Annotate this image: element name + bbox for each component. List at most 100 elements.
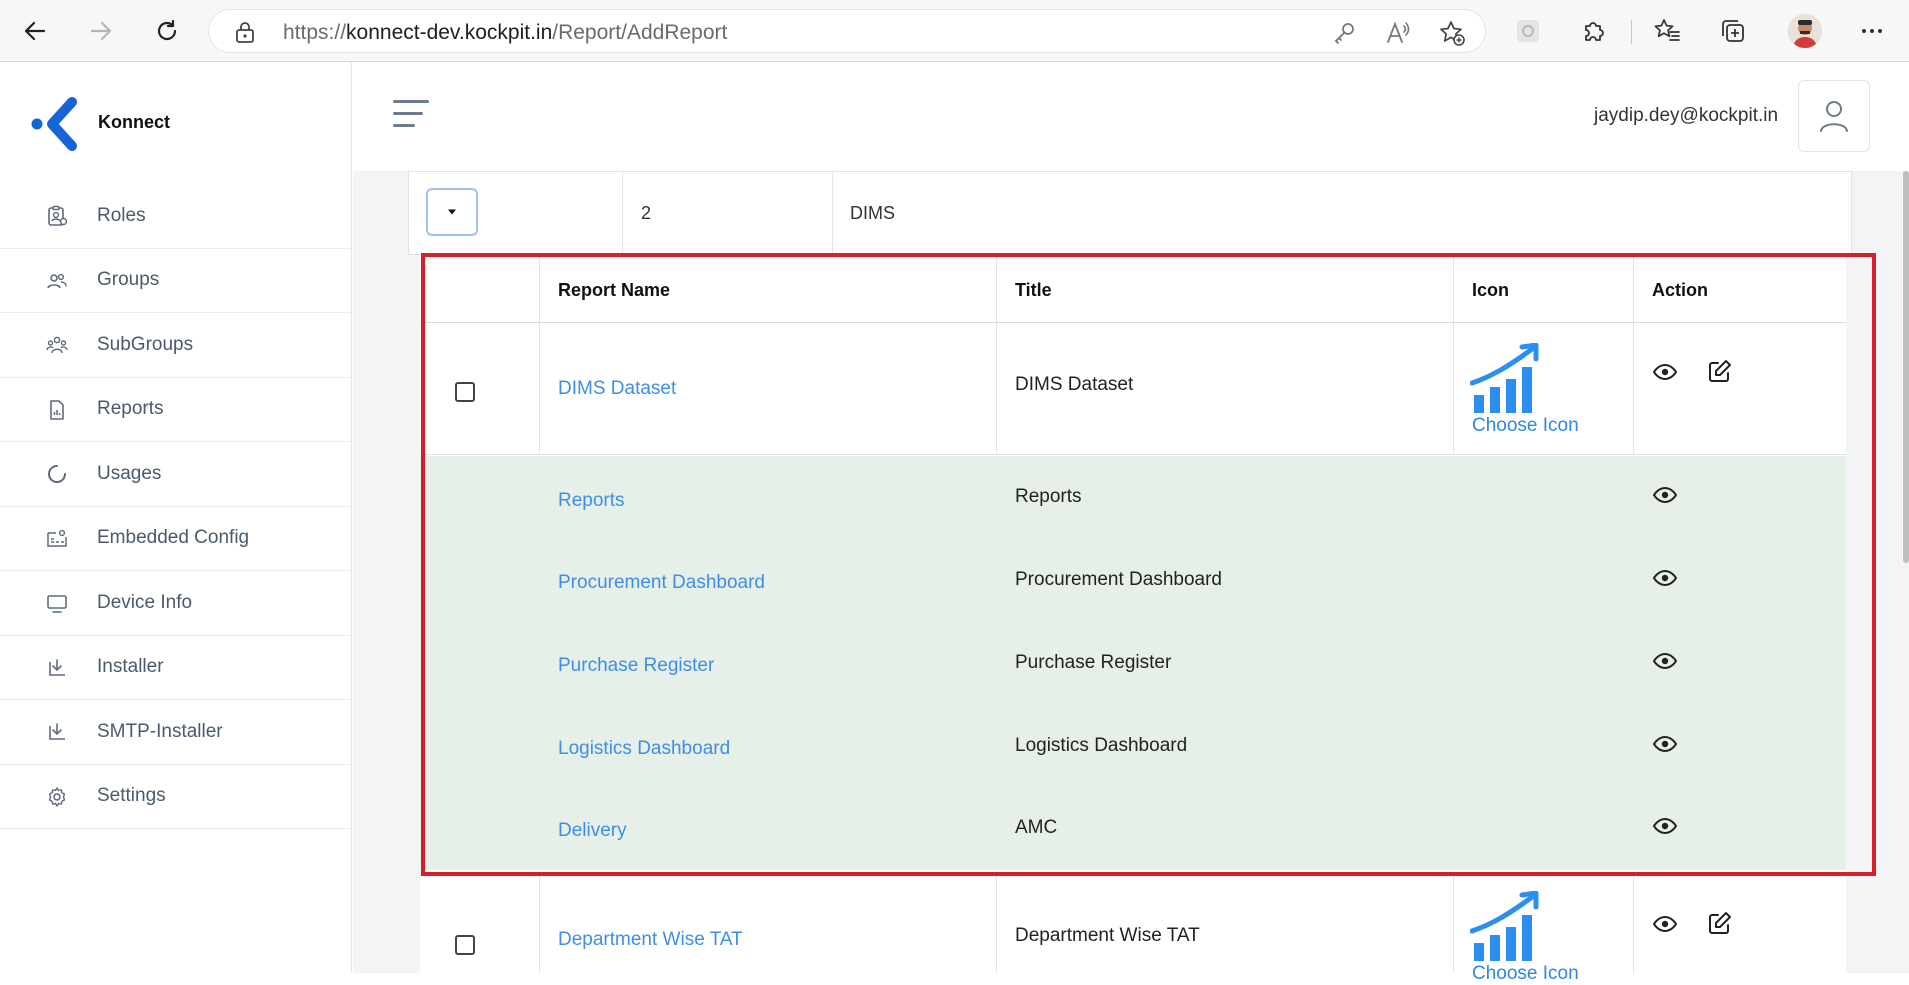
user-email: jaydip.dey@kockpit.in [1594,105,1779,126]
sub-report-link[interactable]: Reports [558,490,625,512]
url-text: https://konnect-dev.kockpit.in/Report/Ad… [283,21,727,45]
sidebar-item-smtp-installer[interactable]: SMTP-Installer [0,700,352,765]
brand-name: Konnect [98,112,170,132]
address-bar[interactable]: https://konnect-dev.kockpit.in/Report/Ad… [208,9,1486,53]
favorites-icon[interactable] [1650,14,1684,48]
toolbar-divider [1631,20,1632,44]
sub-report-title: Purchase Register [1015,652,1172,673]
sidebar-item-settings[interactable]: Settings [0,765,352,829]
edit-icon[interactable] [1707,358,1733,384]
growth-chart-icon[interactable] [1470,891,1544,963]
column-divider [1633,255,1634,455]
url-host: konnect-dev.kockpit.in [346,21,553,44]
sub-report-link[interactable]: Logistics Dashboard [558,738,730,760]
refresh-icon [157,19,177,41]
forward-button[interactable] [82,12,120,50]
choose-icon-link[interactable]: Choose Icon [1472,415,1579,437]
sidebar-item-label: Roles [97,204,146,226]
edit-icon[interactable] [1707,910,1733,936]
sidebar-item-label: Groups [97,269,160,291]
view-eye-icon[interactable] [1652,648,1678,674]
sidebar-item-label: Reports [97,398,164,420]
extensions-puzzle-icon[interactable] [1577,14,1611,48]
view-eye-icon[interactable] [1652,359,1678,385]
extension-gray-icon[interactable] [1511,14,1545,48]
sidebar-item-label: Embedded Config [97,527,250,549]
group-row: 2 DIMS [408,171,1852,255]
view-eye-icon[interactable] [1652,482,1678,508]
download-icon [49,723,65,740]
cell-divider [832,172,833,254]
row-checkbox[interactable] [455,382,475,402]
sub-reports-block: Reports Reports Procurement Dashboard Pr… [420,456,1846,798]
sidebar-item-reports[interactable]: Reports [0,378,352,442]
column-header-title: Title [1015,280,1052,300]
sidebar-item-groups[interactable]: Groups [0,249,352,313]
brand-logo[interactable] [28,96,80,152]
group-name: DIMS [850,203,895,223]
back-button[interactable] [16,12,54,50]
sub-report-link[interactable]: Procurement Dashboard [558,572,765,594]
caret-down-icon [448,209,456,215]
choose-icon-link[interactable]: Choose Icon [1472,963,1579,985]
column-divider [1453,874,1454,973]
user-profile-button[interactable] [1798,80,1870,152]
sidebar-item-installer[interactable]: Installer [0,636,352,700]
column-divider [539,874,540,973]
growth-chart-icon[interactable] [1470,343,1544,415]
report-file-icon [50,399,64,420]
column-header-report-name: Report Name [558,280,671,300]
read-aloud-icon[interactable] [1385,20,1411,46]
sub-report-link[interactable]: Delivery [558,820,627,842]
view-eye-icon[interactable] [1652,911,1678,937]
sidebar-item-roles[interactable]: Roles [0,184,352,249]
sub-report-row: Delivery AMC [420,798,1846,870]
collections-icon[interactable] [1716,14,1750,48]
view-eye-icon[interactable] [1652,813,1678,839]
sidebar-item-device-info[interactable]: Device Info [0,571,352,636]
spinner-icon [48,465,66,483]
more-menu-icon[interactable] [1855,14,1889,48]
browser-toolbar: https://konnect-dev.kockpit.in/Report/Ad… [0,0,1909,62]
column-divider [539,255,540,455]
forward-arrow-icon [90,21,112,41]
column-header-icon: Icon [1472,280,1510,300]
page-scrollbar[interactable] [1903,171,1909,563]
view-eye-icon[interactable] [1652,731,1678,757]
monitor-icon [47,595,67,613]
gear-icon [48,786,66,807]
sidebar: Konnect Roles Groups SubGroups Reports U… [0,62,352,973]
sidebar-item-label: SubGroups [97,333,194,355]
report-title: DIMS Dataset [1015,374,1134,395]
sidebar-item-label: Usages [97,462,162,484]
profile-avatar-icon[interactable] [1788,14,1822,48]
sub-report-title: AMC [1015,817,1058,838]
sidebar-item-embedded-config[interactable]: Embedded Config [0,507,352,571]
config-icon [47,529,67,547]
refresh-button[interactable] [148,12,186,50]
url-path: /Report/AddReport [552,21,728,44]
column-header-action: Action [1652,280,1708,300]
add-favorite-icon[interactable] [1439,20,1465,46]
lock-icon [236,22,254,43]
column-divider [996,874,997,973]
key-icon[interactable] [1331,20,1357,46]
sidebar-item-subgroups[interactable]: SubGroups [0,313,352,378]
back-arrow-icon [24,21,46,41]
sidebar-item-label: Device Info [97,591,193,613]
row-checkbox[interactable] [455,935,475,955]
column-divider [1633,874,1634,973]
sidebar-item-label: Settings [97,785,166,807]
sub-report-title: Reports [1015,486,1082,507]
sidebar-item-usages[interactable]: Usages [0,442,352,507]
report-title: Department Wise TAT [1015,925,1200,946]
hamburger-menu-icon[interactable] [393,100,429,130]
report-link[interactable]: Department Wise TAT [558,929,743,951]
sidebar-item-label: Installer [97,656,164,678]
url-scheme: https:// [283,21,347,44]
users-icon [47,273,67,288]
expand-toggle-button[interactable] [426,188,478,236]
view-eye-icon[interactable] [1652,565,1678,591]
report-link[interactable]: DIMS Dataset [558,378,676,400]
sub-report-link[interactable]: Purchase Register [558,655,714,677]
